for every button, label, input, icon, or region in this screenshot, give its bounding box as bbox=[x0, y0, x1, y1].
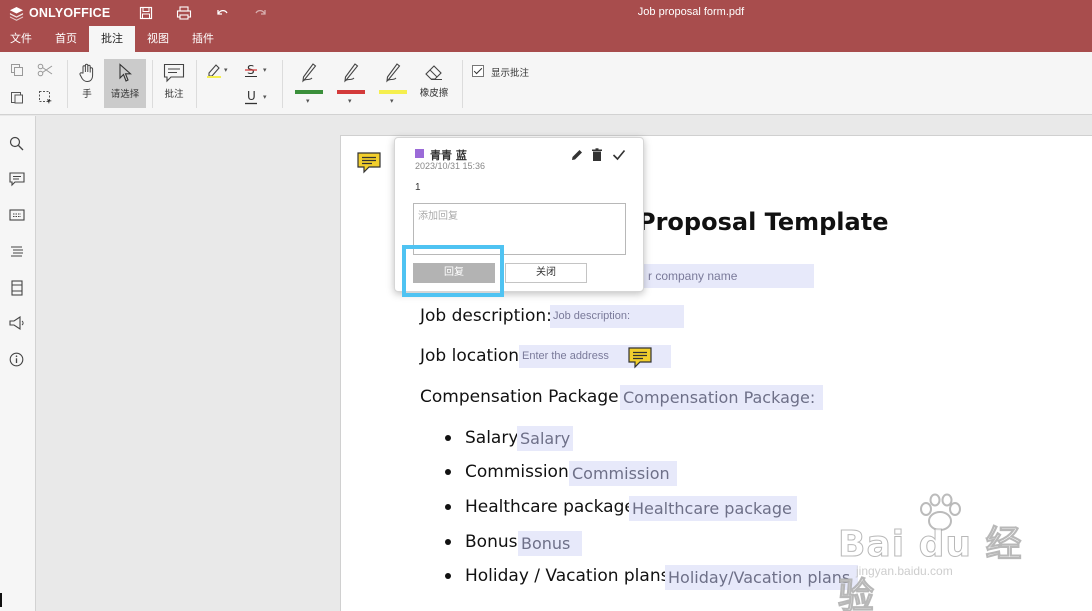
chevron-down-icon[interactable]: ▾ bbox=[390, 97, 394, 105]
select-all-icon[interactable] bbox=[37, 89, 53, 105]
show-comments-checkbox[interactable] bbox=[472, 65, 484, 77]
tab-view[interactable]: 视图 bbox=[136, 26, 180, 52]
app-logo: ONLYOFFICE bbox=[9, 4, 110, 22]
pen-green-icon[interactable] bbox=[298, 60, 320, 84]
left-sidebar bbox=[0, 116, 36, 611]
chevron-down-icon[interactable]: ▾ bbox=[348, 97, 352, 105]
comment-note-icon[interactable] bbox=[628, 347, 652, 369]
bonus-field[interactable]: Bonus bbox=[518, 531, 582, 556]
toolbar-separator bbox=[196, 60, 197, 108]
holiday-field[interactable]: Holiday/Vacation plans bbox=[665, 565, 858, 590]
salary-label: Salary bbox=[465, 428, 519, 448]
hand-label: 手 bbox=[82, 89, 92, 100]
eraser-icon[interactable] bbox=[423, 62, 445, 82]
healthcare-field[interactable]: Healthcare package bbox=[629, 496, 797, 521]
resolve-check-icon[interactable] bbox=[612, 147, 626, 161]
holiday-label: Holiday / Vacation plans bbox=[465, 566, 670, 586]
toolbar-separator bbox=[67, 60, 68, 108]
pointer-icon bbox=[116, 62, 134, 84]
app-name: ONLYOFFICE bbox=[29, 6, 111, 20]
compensation-field[interactable]: Compensation Package: bbox=[620, 385, 823, 410]
tab-home[interactable]: 首页 bbox=[44, 26, 88, 52]
search-icon[interactable] bbox=[9, 136, 25, 152]
show-comments-label: 显示批注 bbox=[491, 68, 530, 79]
bullet-dot bbox=[445, 469, 451, 475]
document-title: Job proposal form.pdf bbox=[637, 6, 745, 18]
feedback-icon[interactable] bbox=[9, 315, 25, 332]
comment-note-icon[interactable] bbox=[357, 152, 381, 174]
info-icon[interactable] bbox=[9, 352, 25, 368]
pen-red-color bbox=[337, 90, 365, 94]
bonus-label: Bonus bbox=[465, 532, 518, 552]
comment-timestamp: 2023/10/31 15:36 bbox=[415, 161, 486, 171]
underline-icon[interactable]: U bbox=[243, 88, 261, 106]
job-description-field[interactable]: Job description: bbox=[550, 305, 684, 328]
compensation-label: Compensation Package: bbox=[420, 387, 625, 407]
text-cursor bbox=[0, 593, 2, 607]
bullet-dot bbox=[445, 504, 451, 510]
comment-text: 1 bbox=[415, 182, 421, 193]
commission-field[interactable]: Commission bbox=[569, 461, 677, 486]
onlyoffice-logo-icon bbox=[9, 6, 24, 21]
print-icon[interactable] bbox=[176, 5, 192, 21]
menu-bar: 文件 首页 批注 视图 插件 bbox=[0, 26, 1092, 52]
cut-icon[interactable] bbox=[37, 62, 53, 78]
toolbar-separator bbox=[462, 60, 463, 108]
strikeout-icon[interactable]: S bbox=[243, 61, 261, 79]
job-description-label: Job description: bbox=[420, 306, 552, 326]
paste-icon[interactable] bbox=[9, 89, 25, 105]
chevron-down-icon[interactable]: ▾ bbox=[306, 97, 310, 105]
commission-label: Commission bbox=[465, 462, 569, 482]
tab-file[interactable]: 文件 bbox=[0, 26, 42, 52]
tab-comment[interactable]: 批注 bbox=[89, 26, 135, 52]
chevron-down-icon[interactable]: ▾ bbox=[263, 66, 267, 74]
pen-green-color bbox=[295, 90, 323, 94]
undo-icon[interactable] bbox=[215, 5, 231, 21]
salary-field[interactable]: Salary bbox=[517, 426, 573, 451]
thumbnails-icon[interactable] bbox=[9, 280, 25, 296]
job-location-label: Job location: bbox=[420, 346, 525, 366]
pen-red-icon[interactable] bbox=[340, 60, 362, 84]
tab-plugins[interactable]: 插件 bbox=[181, 26, 225, 52]
comment-label: 批注 bbox=[164, 89, 184, 100]
svg-text:U: U bbox=[247, 89, 256, 103]
user-color-swatch bbox=[415, 149, 424, 158]
chevron-down-icon[interactable]: ▾ bbox=[224, 66, 228, 74]
copy-icon[interactable] bbox=[9, 62, 25, 78]
bullet-dot bbox=[445, 573, 451, 579]
redo-icon[interactable] bbox=[254, 5, 270, 21]
pen-yellow-icon[interactable] bbox=[382, 60, 404, 84]
add-comment-icon[interactable] bbox=[163, 62, 185, 84]
bullet-dot bbox=[445, 435, 451, 441]
bullet-dot bbox=[445, 539, 451, 545]
toolbar-separator bbox=[152, 60, 153, 108]
navigation-icon[interactable] bbox=[9, 244, 25, 260]
close-button[interactable]: 关闭 bbox=[505, 263, 587, 283]
eraser-label: 橡皮擦 bbox=[419, 88, 449, 99]
company-name-field[interactable]: r company name bbox=[640, 264, 814, 288]
edit-icon[interactable] bbox=[570, 147, 584, 161]
pen-yellow-color bbox=[379, 90, 407, 94]
save-icon[interactable] bbox=[139, 5, 155, 21]
onlyoffice-pdf-editor: ONLYOFFICE Job proposal form.pdf 文件 首页 批… bbox=[0, 0, 1092, 611]
chevron-down-icon[interactable]: ▾ bbox=[263, 93, 267, 101]
reply-button-highlight bbox=[402, 245, 504, 297]
chat-icon[interactable] bbox=[9, 208, 25, 224]
toolbar-separator bbox=[282, 60, 283, 108]
title-bar: ONLYOFFICE Job proposal form.pdf bbox=[0, 0, 1092, 26]
select-label: 请选择 bbox=[110, 89, 140, 100]
highlight-icon[interactable] bbox=[205, 61, 223, 79]
toolbar: 手 请选择 批注 ▾ S ▾ U ▾ ▾ ▾ ▾ 橡皮擦 显示批注 bbox=[0, 52, 1092, 115]
comments-icon[interactable] bbox=[9, 172, 25, 188]
healthcare-label: Healthcare package bbox=[465, 497, 635, 517]
document-heading: Proposal Template bbox=[638, 208, 889, 236]
hand-icon[interactable] bbox=[77, 62, 97, 84]
delete-icon[interactable] bbox=[591, 147, 605, 161]
